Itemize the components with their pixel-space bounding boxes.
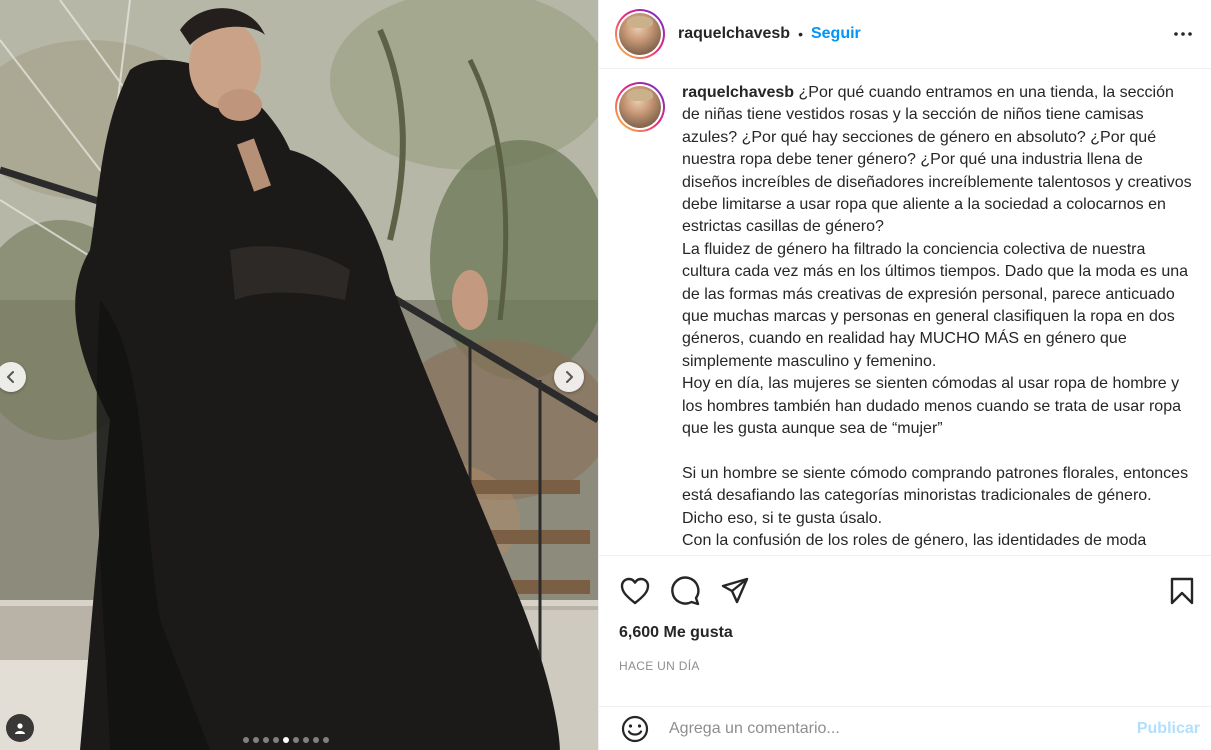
action-icons-row (599, 556, 1211, 626)
post-sidebar: raquelchavesb • Seguir raquelchavesb ¿Po… (598, 0, 1211, 750)
emoji-button[interactable] (619, 713, 651, 745)
carousel-dot (273, 737, 279, 743)
comment-icon (671, 576, 700, 606)
comment-bar: Publicar (599, 706, 1211, 750)
carousel-dot (323, 737, 329, 743)
follow-button[interactable]: Seguir (811, 25, 861, 43)
next-slide-button[interactable] (554, 362, 584, 392)
like-button[interactable] (619, 575, 651, 607)
carousel-dot (303, 737, 309, 743)
carousel-dot (283, 737, 289, 743)
post-photo (0, 0, 598, 750)
post-media[interactable] (0, 0, 598, 750)
heart-icon (620, 577, 650, 605)
carousel-dot (293, 737, 299, 743)
chevron-right-icon (566, 371, 573, 383)
user-tag-icon (15, 723, 25, 734)
smiley-icon (621, 715, 649, 742)
post-timestamp[interactable]: HACE UN DÍA (599, 659, 1211, 673)
carousel-dot (253, 737, 259, 743)
comment-button[interactable] (669, 575, 701, 607)
carousel-dot (263, 737, 269, 743)
more-options-button[interactable] (1171, 22, 1195, 46)
carousel-dot (243, 737, 249, 743)
carousel-indicator (243, 737, 329, 743)
share-button[interactable] (719, 575, 751, 607)
post-actions: 6,600 Me gusta HACE UN DÍA (599, 555, 1211, 673)
comment-input[interactable] (669, 719, 1129, 738)
likes-count[interactable]: 6,600 Me gusta (599, 624, 1211, 642)
caption-username[interactable]: raquelchavesb (682, 84, 794, 101)
chevron-left-icon (7, 371, 14, 383)
header-username[interactable]: raquelchavesb (678, 25, 790, 43)
post-comment-button[interactable]: Publicar (1137, 720, 1200, 738)
caption-section: raquelchavesb ¿Por qué cuando entramos e… (599, 70, 1211, 554)
bookmark-icon (1170, 577, 1194, 605)
carousel-dot (313, 737, 319, 743)
share-icon (721, 577, 749, 604)
caption-text: raquelchavesb ¿Por qué cuando entramos e… (682, 82, 1196, 554)
tagged-users-button[interactable] (6, 714, 34, 742)
avatar[interactable] (615, 9, 665, 59)
post-header: raquelchavesb • Seguir (599, 0, 1211, 69)
header-separator: • (798, 26, 803, 42)
caption-body: ¿Por qué cuando entramos en una tienda, … (682, 84, 1192, 550)
save-button[interactable] (1166, 575, 1198, 607)
caption-avatar[interactable] (615, 82, 665, 132)
more-horizontal-icon (1174, 32, 1192, 36)
